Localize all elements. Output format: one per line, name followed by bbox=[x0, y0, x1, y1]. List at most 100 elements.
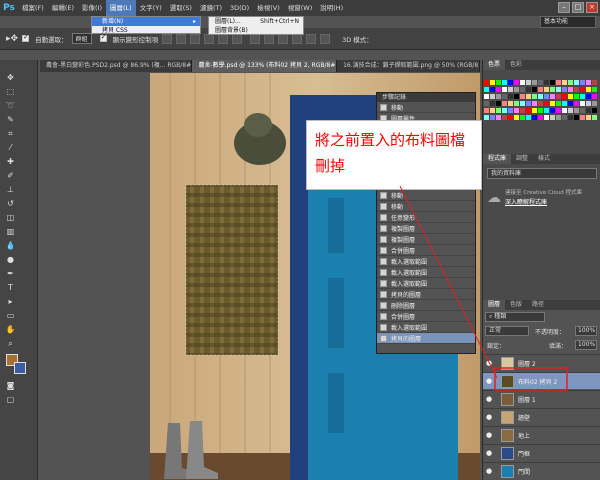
panel-tab[interactable]: 路徑 bbox=[527, 300, 549, 310]
menu-item[interactable]: 編輯(E) bbox=[48, 0, 78, 16]
swatch[interactable] bbox=[562, 87, 567, 92]
quick-select-tool-icon[interactable]: ✎ bbox=[4, 114, 17, 125]
swatch[interactable] bbox=[514, 94, 519, 99]
swatch[interactable] bbox=[508, 94, 513, 99]
swatch[interactable] bbox=[556, 108, 561, 113]
swatch[interactable] bbox=[562, 80, 567, 85]
swatch[interactable] bbox=[592, 94, 597, 99]
menu-item[interactable]: 圖層(L) bbox=[106, 0, 136, 16]
swatch[interactable] bbox=[592, 101, 597, 106]
history-step[interactable]: 載入選取範圍 bbox=[377, 322, 475, 333]
swatch[interactable] bbox=[562, 108, 567, 113]
swatch[interactable] bbox=[514, 101, 519, 106]
swatch[interactable] bbox=[550, 87, 555, 92]
swatch[interactable] bbox=[538, 101, 543, 106]
menu-item[interactable]: 檢視(V) bbox=[253, 0, 284, 16]
swatch[interactable] bbox=[586, 80, 591, 85]
swatch[interactable] bbox=[556, 115, 561, 120]
swatch[interactable] bbox=[508, 101, 513, 106]
swatch[interactable] bbox=[520, 94, 525, 99]
eyedropper-tool-icon[interactable]: ⁄ bbox=[4, 142, 17, 153]
history-step[interactable]: 載入選取範圍 bbox=[377, 267, 475, 278]
swatch[interactable] bbox=[544, 115, 549, 120]
swatch[interactable] bbox=[550, 80, 555, 85]
blur-tool-icon[interactable]: 💧 bbox=[4, 240, 17, 251]
swatch[interactable] bbox=[574, 108, 579, 113]
swatch[interactable] bbox=[580, 94, 585, 99]
swatch[interactable] bbox=[580, 115, 585, 120]
swatch[interactable] bbox=[526, 115, 531, 120]
history-step[interactable]: 載入選取範圍 bbox=[377, 256, 475, 267]
history-step[interactable]: 移動 bbox=[377, 102, 475, 113]
swatch[interactable] bbox=[556, 101, 561, 106]
layer-kind-filter[interactable]: ⌕ 種類 bbox=[485, 312, 545, 322]
swatch[interactable] bbox=[538, 115, 543, 120]
swatch[interactable] bbox=[484, 94, 489, 99]
swatch[interactable] bbox=[544, 101, 549, 106]
distribute-bottom-icon[interactable] bbox=[278, 33, 289, 44]
swatch[interactable] bbox=[532, 80, 537, 85]
blend-mode-select[interactable]: 正常 bbox=[485, 326, 529, 336]
panel-tab[interactable]: 色票 bbox=[483, 60, 506, 70]
history-step[interactable]: 刪除圖層 bbox=[377, 300, 475, 311]
swatch[interactable] bbox=[502, 101, 507, 106]
stamp-tool-icon[interactable]: ⊥ bbox=[4, 184, 17, 195]
zoom-tool-icon[interactable]: ⌕ bbox=[4, 338, 17, 349]
cc-learn-more-link[interactable]: 深入瞭解程式庫 bbox=[505, 197, 582, 206]
layer-row[interactable]: ● 圖層 2 bbox=[483, 354, 600, 371]
swatch[interactable] bbox=[544, 108, 549, 113]
swatch[interactable] bbox=[490, 87, 495, 92]
swatch[interactable] bbox=[496, 80, 501, 85]
hand-tool-icon[interactable]: ✋ bbox=[4, 324, 17, 335]
history-step[interactable]: 移動 bbox=[377, 190, 475, 201]
swatch[interactable] bbox=[520, 108, 525, 113]
swatch[interactable] bbox=[568, 101, 573, 106]
swatch[interactable] bbox=[514, 80, 519, 85]
distribute-left-icon[interactable] bbox=[292, 33, 303, 44]
swatch[interactable] bbox=[508, 108, 513, 113]
document-tab[interactable]: 農舍-數學.psd @ 133% (布料02 拷貝 2, RGB/8#) bbox=[192, 60, 338, 72]
swatch[interactable] bbox=[574, 115, 579, 120]
workspace-select[interactable]: 基本功能 bbox=[540, 16, 596, 28]
gradient-tool-icon[interactable]: ▥ bbox=[4, 226, 17, 237]
swatch[interactable] bbox=[574, 87, 579, 92]
swatch[interactable] bbox=[592, 108, 597, 113]
swatch[interactable] bbox=[502, 115, 507, 120]
swatch[interactable] bbox=[496, 87, 501, 92]
layer-row[interactable]: ● 門間 bbox=[483, 462, 600, 479]
background-color-swatch[interactable] bbox=[14, 362, 26, 374]
move-tool-icon[interactable]: ▸✥ bbox=[6, 34, 18, 44]
menu-item[interactable]: 視窗(W) bbox=[284, 0, 317, 16]
history-step[interactable]: 複製圖層 bbox=[377, 223, 475, 234]
swatch[interactable] bbox=[562, 115, 567, 120]
swatch[interactable] bbox=[544, 94, 549, 99]
swatch[interactable] bbox=[526, 108, 531, 113]
layer-row[interactable]: ● 門框 bbox=[483, 444, 600, 461]
history-step[interactable]: 複製圖層 bbox=[377, 234, 475, 245]
layer-menu-item[interactable]: 新增(N) ▸ bbox=[92, 17, 200, 26]
swatch[interactable] bbox=[568, 115, 573, 120]
move-tool-icon[interactable]: ✥ bbox=[4, 72, 17, 83]
align-middle-icon[interactable] bbox=[176, 33, 187, 44]
swatch[interactable] bbox=[484, 80, 489, 85]
history-step[interactable]: 任意變形 bbox=[377, 212, 475, 223]
swatch[interactable] bbox=[562, 101, 567, 106]
align-top-icon[interactable] bbox=[162, 33, 173, 44]
swatch[interactable] bbox=[508, 115, 513, 120]
menu-item[interactable]: 濾鏡(T) bbox=[196, 0, 226, 16]
eye-icon[interactable]: ● bbox=[483, 449, 495, 457]
layer-row[interactable]: ● 圖層 1 bbox=[483, 390, 600, 407]
swatch[interactable] bbox=[586, 108, 591, 113]
swatch[interactable] bbox=[574, 80, 579, 85]
menu-item[interactable]: 影像(I) bbox=[78, 0, 106, 16]
panel-tab[interactable]: 樣式 bbox=[533, 154, 555, 164]
distribute-center-icon[interactable] bbox=[306, 33, 317, 44]
swatch[interactable] bbox=[580, 80, 585, 85]
show-transform-checkbox[interactable] bbox=[99, 33, 107, 42]
swatch[interactable] bbox=[586, 115, 591, 120]
distribute-right-icon[interactable] bbox=[320, 33, 331, 44]
panel-tab[interactable]: 程式庫 bbox=[483, 154, 512, 164]
swatch[interactable] bbox=[496, 101, 501, 106]
align-center-icon[interactable] bbox=[218, 33, 229, 44]
swatch[interactable] bbox=[568, 80, 573, 85]
